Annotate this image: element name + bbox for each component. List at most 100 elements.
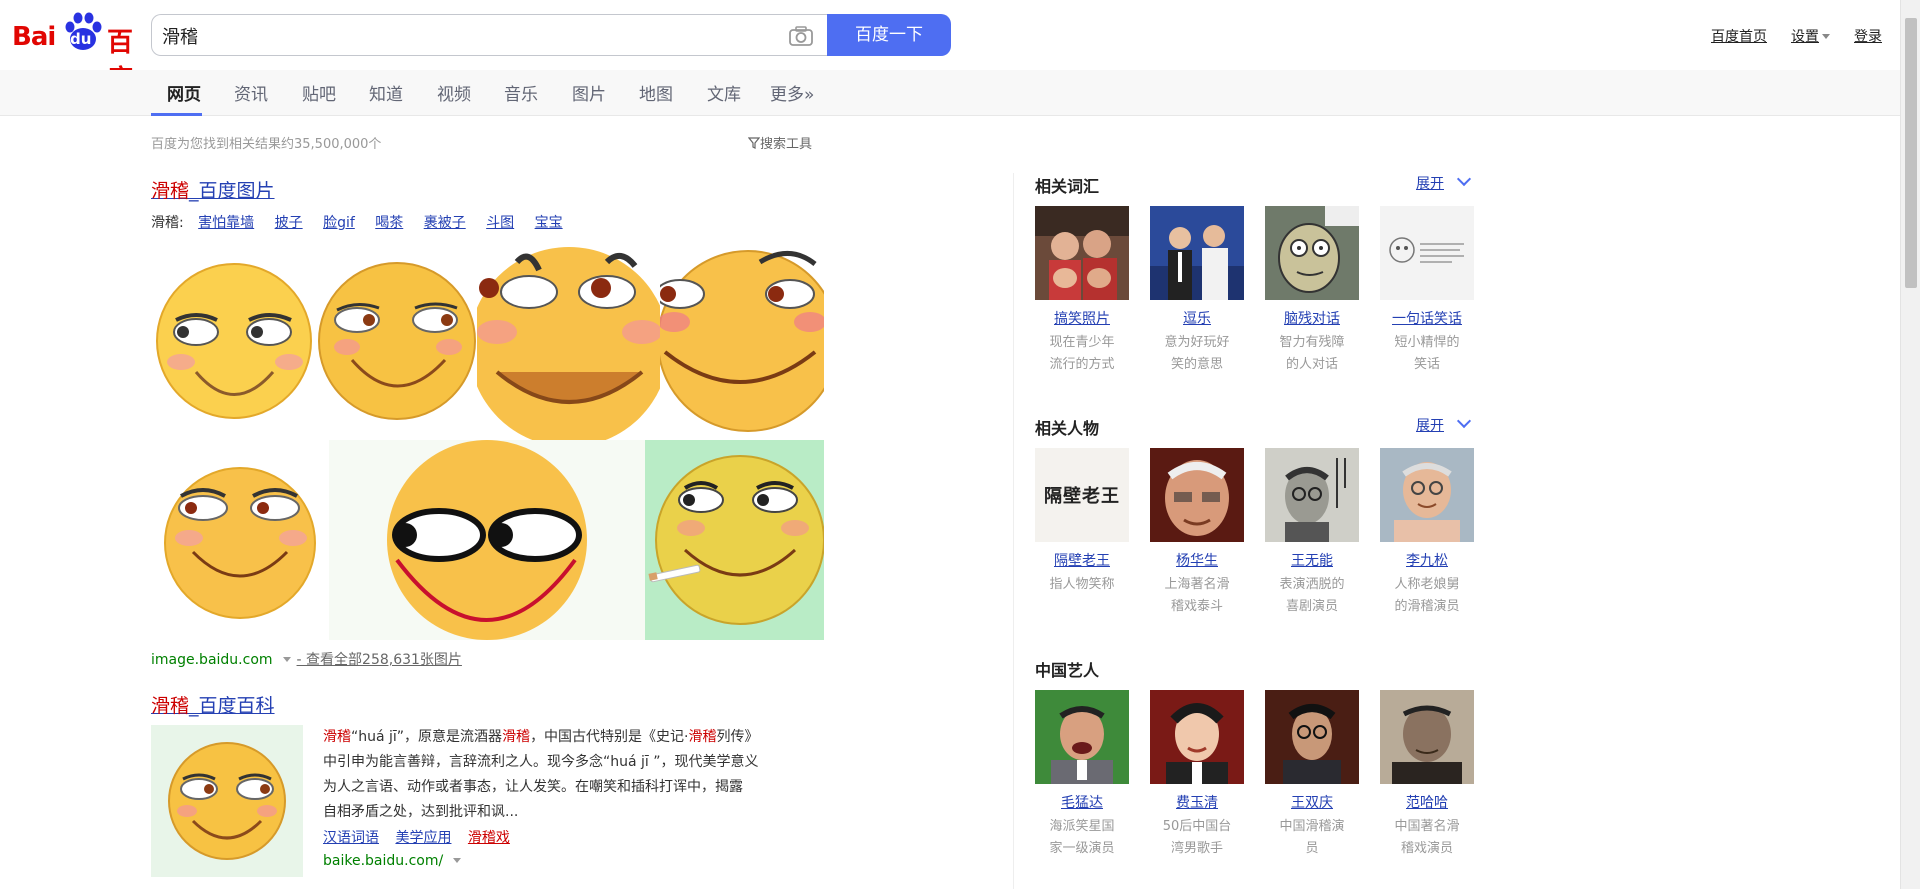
chevron-down-icon[interactable]	[453, 858, 462, 863]
smiley-face-image	[660, 250, 824, 432]
image-thumbnail[interactable]	[660, 242, 824, 440]
card-image	[1380, 690, 1474, 784]
abstract-text: ，中国古代特别是《史记·	[530, 729, 689, 745]
card-desc: 智力有残障 的人对话	[1279, 335, 1345, 372]
scrollbar-thumb[interactable]	[1905, 18, 1917, 288]
settings-link[interactable]: 设置	[1791, 29, 1830, 45]
card-desc: 表演洒脱的 喜剧演员	[1279, 577, 1345, 614]
person-card[interactable]: 王无能 表演洒脱的 喜剧演员	[1265, 448, 1359, 618]
tab-images[interactable]: 图片	[572, 80, 606, 105]
baike-sublink[interactable]: 滑稽戏	[468, 830, 510, 846]
image-source-line: image.baidu.com - 查看全部258,631张图片	[151, 649, 462, 669]
tag-link[interactable]: 斗图	[486, 215, 514, 231]
card-name[interactable]: 逗乐	[1150, 308, 1244, 328]
tab-music[interactable]: 音乐	[504, 80, 538, 105]
card-name[interactable]: 脑残对话	[1265, 308, 1359, 328]
chevron-down-icon[interactable]	[1456, 171, 1472, 187]
expand-label: 展开	[1416, 418, 1444, 434]
login-link[interactable]: 登录	[1854, 29, 1882, 45]
tag-link[interactable]: 披子	[275, 215, 303, 231]
expand-button[interactable]: 展开	[1416, 415, 1444, 435]
baike-sublink[interactable]: 美学应用	[395, 830, 451, 846]
search-tools-button[interactable]: 搜索工具	[747, 133, 812, 152]
image-thumbnail[interactable]	[477, 242, 660, 440]
related-card[interactable]: 搞笑照片 现在青少年 流行的方式	[1035, 206, 1129, 376]
person-card[interactable]: 杨华生 上海著名滑 稽戏泰斗	[1150, 448, 1244, 618]
card-name[interactable]: 王无能	[1265, 550, 1359, 570]
view-all-images-link[interactable]: - 查看全部258,631张图片	[297, 652, 462, 668]
tab-video[interactable]: 视频	[437, 80, 471, 105]
tab-wenku[interactable]: 文库	[707, 80, 741, 105]
card-name[interactable]: 搞笑照片	[1035, 308, 1129, 328]
tab-news[interactable]: 资讯	[234, 80, 268, 105]
baike-sublink[interactable]: 汉语词语	[323, 830, 379, 846]
card-name[interactable]: 费玉清	[1150, 792, 1244, 812]
card-name[interactable]: 隔壁老王	[1035, 550, 1129, 570]
related-card[interactable]: 脑残对话 智力有残障 的人对话	[1265, 206, 1359, 376]
card-image	[1265, 206, 1359, 300]
image-result-title[interactable]: 滑稽_百度图片	[151, 176, 275, 203]
tag-link[interactable]: 宝宝	[535, 215, 563, 231]
camera-icon[interactable]	[788, 25, 814, 47]
search-button[interactable]: 百度一下	[827, 14, 951, 56]
tab-map[interactable]: 地图	[639, 80, 673, 105]
source-url[interactable]: baike.baidu.com/	[323, 853, 443, 869]
tag-link[interactable]: 裹被子	[424, 215, 466, 231]
card-desc: 中国著名滑 稽戏演员	[1394, 819, 1460, 856]
section-title-related-words: 相关词汇	[1035, 177, 1100, 196]
card-name[interactable]: 杨华生	[1150, 550, 1244, 570]
card-image	[1380, 206, 1474, 300]
image-thumbnail[interactable]	[645, 440, 824, 640]
person-card[interactable]: 隔壁老王 隔壁老王 指人物笑称	[1035, 448, 1129, 596]
baidu-home-link[interactable]: 百度首页	[1711, 29, 1767, 45]
tab-tieba[interactable]: 贴吧	[302, 80, 336, 105]
tab-web[interactable]: 网页	[167, 80, 201, 105]
scrollbar[interactable]	[1900, 0, 1920, 889]
card-image	[1150, 206, 1244, 300]
logo-bai: Bai	[12, 22, 56, 52]
chevron-down-icon[interactable]	[1456, 413, 1472, 429]
image-thumbnail[interactable]	[317, 242, 477, 440]
image-thumbnail[interactable]	[329, 440, 645, 640]
smiley-face-image	[477, 247, 660, 440]
image-thumbnail[interactable]	[151, 440, 329, 640]
chevron-down-icon[interactable]	[282, 657, 291, 662]
person-card[interactable]: 范哈哈 中国著名滑 稽戏演员	[1380, 690, 1474, 860]
header: Bai du 百度 百度一下 百度首页 设置 登录	[0, 0, 1920, 95]
search-input[interactable]	[162, 23, 762, 49]
search-tabs: 网页 资讯 贴吧 知道 视频 音乐 图片 地图 文库 更多»	[0, 70, 1900, 116]
chevron-down-icon	[1822, 34, 1830, 39]
tab-more[interactable]: 更多»	[770, 80, 814, 105]
card-image	[1035, 690, 1129, 784]
tag-link[interactable]: 喝茶	[375, 215, 403, 231]
card-name[interactable]: 李九松	[1380, 550, 1474, 570]
card-image: 隔壁老王	[1035, 448, 1129, 542]
person-card[interactable]: 王双庆 中国滑稽演员	[1265, 690, 1359, 860]
card-name[interactable]: 王双庆	[1265, 792, 1359, 812]
card-name[interactable]: 一句话笑话	[1380, 308, 1474, 328]
person-card[interactable]: 毛猛达 海派笑星国 家一级演员	[1035, 690, 1129, 860]
card-desc: 指人物笑称	[1049, 577, 1115, 592]
abstract-line: 滑稽“huá jī”，原意是流酒器滑稽，中国古代特别是《史记·滑稽列传》	[323, 725, 823, 750]
baidu-logo[interactable]: Bai du 百度	[12, 8, 142, 95]
baike-result-title[interactable]: 滑稽_百度百科	[151, 691, 275, 718]
related-card[interactable]: 一句话笑话 短小精悍的 笑话	[1380, 206, 1474, 376]
expand-button[interactable]: 展开	[1416, 173, 1444, 193]
card-image	[1035, 206, 1129, 300]
person-card[interactable]: 费玉清 50后中国台 湾男歌手	[1150, 690, 1244, 860]
card-name[interactable]: 毛猛达	[1035, 792, 1129, 812]
tag-link[interactable]: 害怕靠墙	[198, 215, 254, 231]
card-image	[1150, 690, 1244, 784]
column-divider	[1013, 173, 1014, 889]
filter-icon	[747, 137, 761, 149]
tag-link[interactable]: 脸gif	[323, 215, 355, 231]
person-card[interactable]: 李九松 人称老娘舅 的滑稽演员	[1380, 448, 1474, 618]
active-tab-indicator	[151, 113, 202, 116]
related-card[interactable]: 逗乐 意为好玩好 笑的意思	[1150, 206, 1244, 376]
abstract-line: 为人之言语、动作或者事态，让人发笑。在嘲笑和插科打诨中，揭露	[323, 779, 743, 795]
image-thumbnail[interactable]	[151, 242, 317, 440]
baike-thumbnail[interactable]	[151, 725, 303, 877]
tab-zhidao[interactable]: 知道	[369, 80, 403, 105]
source-url[interactable]: image.baidu.com	[151, 652, 273, 668]
card-name[interactable]: 范哈哈	[1380, 792, 1474, 812]
